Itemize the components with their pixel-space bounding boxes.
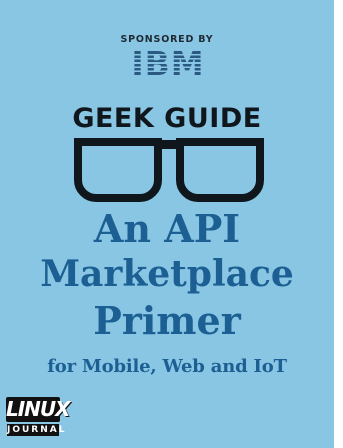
book-cover: SPONSORED BY IBM GEEK GUIDE An API Marke… [0,0,334,448]
book-title-line-2: Marketplace [40,253,294,295]
ibm-logo: IBM [130,47,206,81]
logo-linux-text: LINUX [6,397,71,422]
book-title-line-1: An API [93,206,241,251]
glasses-icon [74,138,264,202]
book-subtitle: for Mobile, Web and IoT [47,356,287,377]
series-title: GEEK GUIDE [72,103,262,134]
book-title-line-3: Primer [93,298,241,343]
logo-journal-text: JOURNAL [7,424,67,436]
linux-journal-logo: LINUX JOURNAL [6,397,71,437]
ibm-logo-text: IBM [131,44,205,83]
